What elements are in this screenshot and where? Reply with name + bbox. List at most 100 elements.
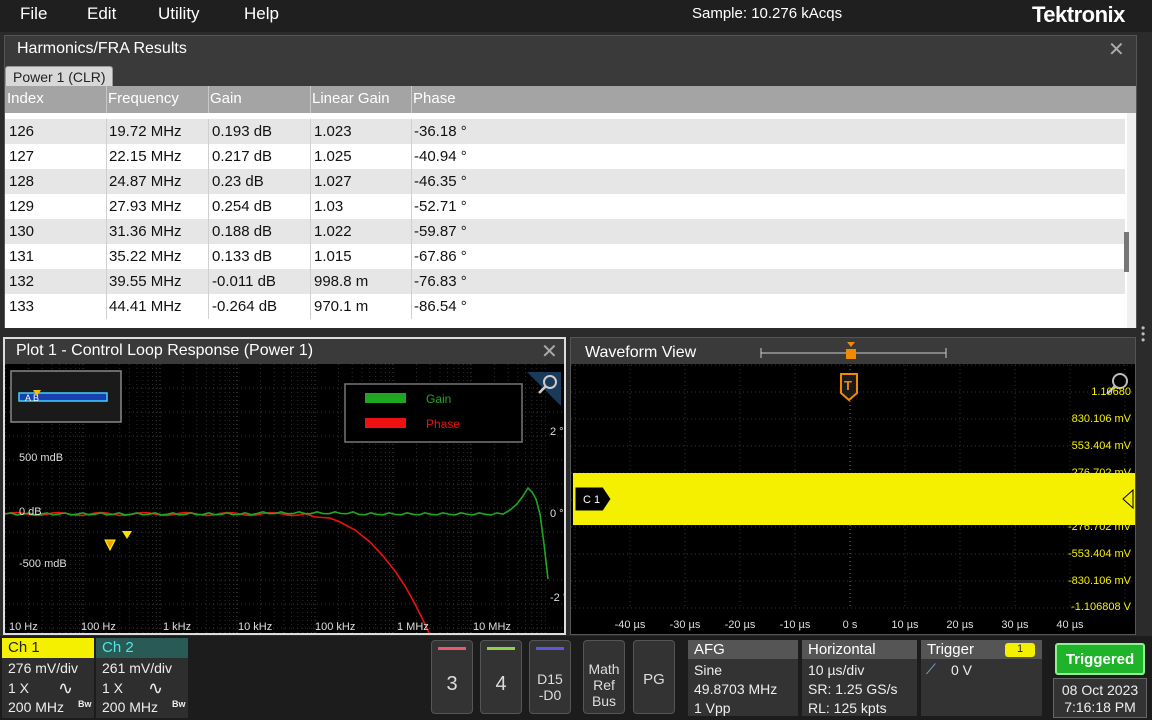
legend-phase-label: Phase	[426, 417, 460, 431]
tab-power-1[interactable]: Power 1 (CLR)	[5, 66, 113, 87]
bw-limit-icon: Bw	[78, 699, 92, 709]
waveform-panel: Waveform View T C 1 1.10680 830.106 mV 553…	[570, 337, 1136, 635]
cell-linear-gain: 1.023	[314, 123, 352, 140]
pg-button[interactable]: PG	[633, 640, 675, 714]
cell-gain: 0.188 dB	[212, 223, 273, 240]
column-header-linear-gain[interactable]: Linear Gain	[312, 90, 390, 107]
ch1-probe: 1 X	[8, 680, 30, 696]
voltage-axis-label: -1.106808 V	[1071, 601, 1132, 613]
add-ch4-button[interactable]: 4	[480, 640, 522, 714]
table-header: Index Frequency Gain Linear Gain Phase	[5, 86, 1136, 113]
ch3-button-label: 3	[446, 673, 458, 695]
table-row[interactable]: 133 44.41 MHz -0.264 dB 970.1 m -86.54 °	[5, 294, 1125, 319]
cell-index: 130	[9, 223, 35, 240]
ch4-button-label: 4	[495, 673, 507, 695]
frequency-axis-label: 100 Hz	[81, 621, 116, 633]
column-header-frequency[interactable]: Frequency	[108, 90, 179, 107]
ch2-probe: 1 X	[102, 680, 124, 696]
rising-edge-icon: ⟋	[926, 661, 936, 677]
table-row[interactable]: 132 39.55 MHz -0.011 dB 998.8 m -76.83 °	[5, 269, 1125, 294]
results-panel: Harmonics/FRA Results ✕ Power 1 (CLR) In…	[4, 35, 1137, 328]
frequency-axis-label: 10 kHz	[238, 621, 272, 633]
menu-edit[interactable]: Edit	[87, 4, 116, 24]
frequency-axis-label: 10 Hz	[9, 621, 38, 633]
date-time[interactable]: 08 Oct 2023 7:16:18 PM	[1053, 678, 1147, 718]
plot-header: Plot 1 - Control Loop Response (Power 1)…	[5, 339, 564, 364]
trigger-badge[interactable]: Trigger 1 ⟋ 0 V	[921, 640, 1042, 716]
record-length: RL: 125 kpts	[808, 700, 887, 716]
afg-title: AFG	[688, 640, 798, 659]
cell-phase: -59.87 °	[414, 223, 467, 240]
trigger-status[interactable]: Triggered	[1055, 643, 1145, 675]
menu-file[interactable]: File	[20, 4, 47, 24]
cell-frequency: 35.22 MHz	[109, 248, 182, 265]
menu-utility[interactable]: Utility	[158, 4, 200, 24]
table-row[interactable]: 131 35.22 MHz 0.133 dB 1.015 -67.86 °	[5, 244, 1125, 269]
cell-index: 129	[9, 198, 35, 215]
horizontal-badge[interactable]: Horizontal 10 µs/div SR: 1.25 GS/s RL: 1…	[802, 640, 917, 716]
acquisition-count: Sample: 10.276 kAcqs	[692, 5, 843, 22]
bode-plot[interactable]: A B Gain Phase 500 mdB0 dB-500 mdB2 °0 °…	[5, 364, 564, 633]
time-text: 7:16:18 PM	[1064, 699, 1136, 715]
add-ch3-button[interactable]: 3	[431, 640, 473, 714]
digital-button-label: D15 -D0	[537, 671, 563, 703]
legend-gain-label: Gain	[426, 392, 451, 406]
column-header-index[interactable]: Index	[7, 90, 44, 107]
math-ref-bus-button[interactable]: Math Ref Bus	[583, 640, 625, 714]
cell-gain: -0.011 dB	[212, 273, 276, 290]
more-options-icon[interactable]: • • •	[1141, 322, 1145, 346]
cell-index: 131	[9, 248, 35, 265]
phase-axis-label: 2 °	[550, 426, 564, 438]
table-row[interactable]: 127 22.15 MHz 0.217 dB 1.025 -40.94 °	[5, 144, 1125, 169]
ch1-bandwidth: 200 MHz	[8, 699, 65, 715]
results-close-icon[interactable]: ✕	[1108, 40, 1125, 60]
cell-linear-gain: 1.022	[314, 223, 352, 240]
table-scrollbar[interactable]	[1127, 113, 1136, 328]
cell-phase: -86.54 °	[414, 298, 467, 315]
column-header-phase[interactable]: Phase	[413, 90, 456, 107]
cell-frequency: 39.55 MHz	[109, 273, 182, 290]
ch1-badge[interactable]: Ch 1 276 mV/div 1 X ∿ 200 MHz Bw	[2, 638, 94, 718]
ch1-marker-label: C 1	[583, 494, 600, 506]
ac-coupling-icon: ∿	[148, 678, 164, 698]
gain-trace	[5, 486, 549, 580]
plot-panel: Plot 1 - Control Loop Response (Power 1)…	[3, 337, 566, 635]
trigger-marker-label: T	[844, 378, 852, 393]
voltage-axis-label: -830.106 mV	[1068, 575, 1132, 587]
results-table: Index Frequency Gain Linear Gain Phase 1…	[5, 86, 1136, 328]
ch1-label: Ch 1	[2, 638, 94, 658]
scrollbar-thumb[interactable]	[1124, 232, 1129, 272]
table-row[interactable]: 126 19.72 MHz 0.193 dB 1.023 -36.18 °	[5, 119, 1125, 144]
column-header-gain[interactable]: Gain	[210, 90, 242, 107]
gain-axis-label: 0 dB	[19, 506, 42, 518]
cell-index: 133	[9, 298, 35, 315]
results-title: Harmonics/FRA Results	[17, 40, 187, 57]
plot-close-icon[interactable]: ✕	[541, 342, 558, 362]
cell-frequency: 24.87 MHz	[109, 173, 182, 190]
afg-badge[interactable]: AFG Sine 49.8703 MHz 1 Vpp	[688, 640, 798, 716]
cell-index: 127	[9, 148, 35, 165]
ch1-scale: 276 mV/div	[8, 660, 79, 676]
gain-axis-label: 500 mdB	[19, 452, 63, 464]
cell-frequency: 44.41 MHz	[109, 298, 182, 315]
cell-gain: 0.217 dB	[212, 148, 273, 165]
menu-help[interactable]: Help	[244, 4, 279, 24]
waveform-title: Waveform View	[585, 344, 697, 361]
waveform-display[interactable]: Waveform View T C 1 1.10680 830.106 mV 553…	[571, 338, 1135, 634]
ch2-badge[interactable]: Ch 2 261 mV/div 1 X ∿ 200 MHz Bw	[96, 638, 188, 718]
cell-frequency: 22.15 MHz	[109, 148, 182, 165]
table-row[interactable]: 128 24.87 MHz 0.23 dB 1.027 -46.35 °	[5, 169, 1125, 194]
time-axis-label: -30 µs	[670, 619, 701, 631]
table-row[interactable]: 129 27.93 MHz 0.254 dB 1.03 -52.71 °	[5, 194, 1125, 219]
add-digital-button[interactable]: D15 -D0	[529, 640, 571, 714]
cell-index: 128	[9, 173, 35, 190]
cell-index: 126	[9, 123, 35, 140]
sample-rate: SR: 1.25 GS/s	[808, 681, 898, 697]
voltage-axis-label: -553.404 mV	[1068, 548, 1132, 560]
settings-bar: Ch 1 276 mV/div 1 X ∿ 200 MHz Bw Ch 2 26…	[0, 636, 1152, 720]
plot-title: Plot 1 - Control Loop Response (Power 1)	[16, 342, 314, 359]
voltage-axis-label: 1.10680	[1091, 386, 1131, 398]
table-row[interactable]: 130 31.36 MHz 0.188 dB 1.022 -59.87 °	[5, 219, 1125, 244]
cursor-b-icon[interactable]	[122, 531, 132, 539]
frequency-axis-label: 10 MHz	[473, 621, 511, 633]
